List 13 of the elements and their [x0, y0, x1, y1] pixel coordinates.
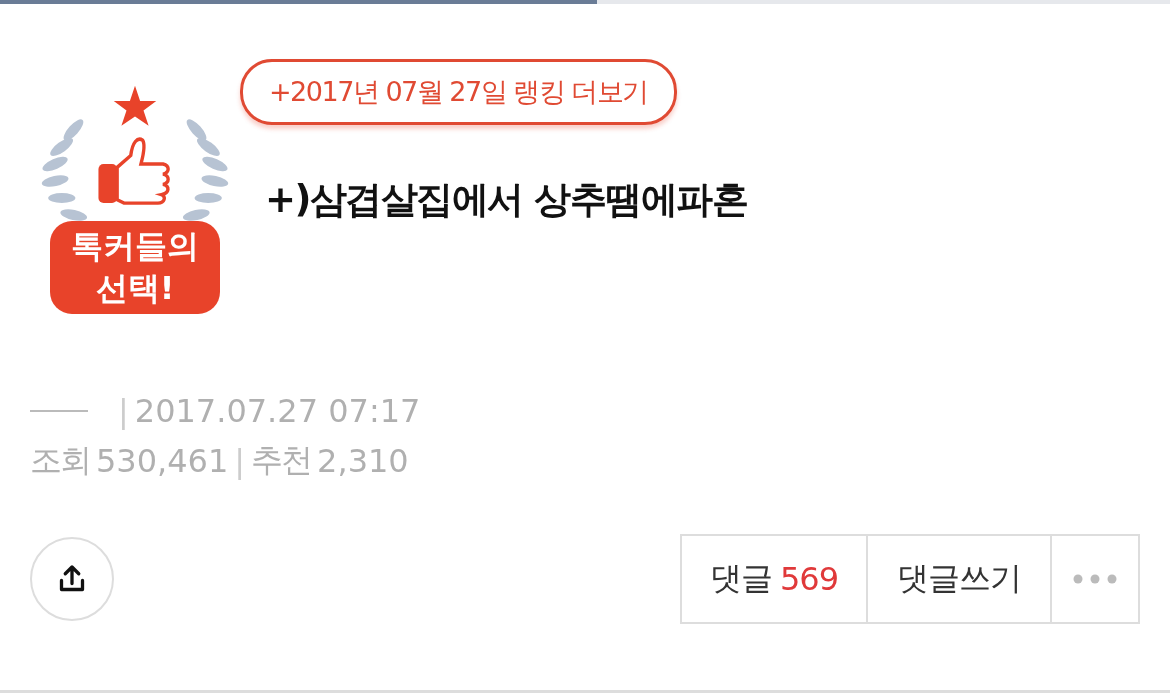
ranking-link[interactable]: +2017년 07월 27일 랭킹 더보기: [240, 59, 677, 125]
post-title: +)삼겹살집에서 상추땜에파혼: [265, 177, 748, 223]
separator: |: [118, 392, 129, 430]
comments-label: 댓글: [709, 558, 772, 599]
badge-label: 톡커들의 선택!: [50, 220, 220, 314]
separator: |: [234, 442, 246, 480]
post-datetime: 2017.07.27 07:17: [134, 392, 421, 430]
views-count: 530,461: [96, 442, 229, 480]
comments-count: 569: [779, 560, 839, 598]
recommend-count: 2,310: [317, 442, 409, 480]
more-icon: [1073, 574, 1117, 584]
recommend-label: 추천: [251, 440, 312, 481]
views-label: 조회: [30, 440, 90, 481]
